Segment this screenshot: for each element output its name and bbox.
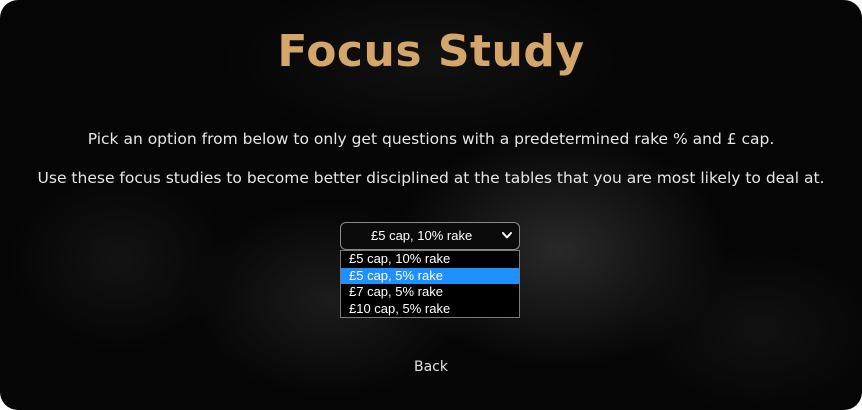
select-option[interactable]: £5 cap, 10% rake xyxy=(341,251,519,268)
select-options-list: £5 cap, 10% rake £5 cap, 5% rake £7 cap,… xyxy=(340,250,520,318)
select-option[interactable]: £5 cap, 5% rake xyxy=(341,267,519,284)
chevron-down-icon xyxy=(502,232,512,239)
back-link-container: Back xyxy=(0,359,862,375)
select-current-value: £5 cap, 10% rake xyxy=(371,228,473,243)
page-title: Focus Study xyxy=(277,26,585,77)
back-link[interactable]: Back xyxy=(414,359,448,375)
select-option[interactable]: £7 cap, 5% rake xyxy=(341,284,519,301)
description-line-1: Pick an option from below to only get qu… xyxy=(87,130,775,148)
focus-study-select[interactable]: £5 cap, 10% rake xyxy=(340,222,520,250)
focus-study-panel: Focus Study Pick an option from below to… xyxy=(0,0,862,410)
select-option[interactable]: £10 cap, 5% rake xyxy=(341,301,519,318)
description-line-2: Use these focus studies to become better… xyxy=(37,169,825,187)
